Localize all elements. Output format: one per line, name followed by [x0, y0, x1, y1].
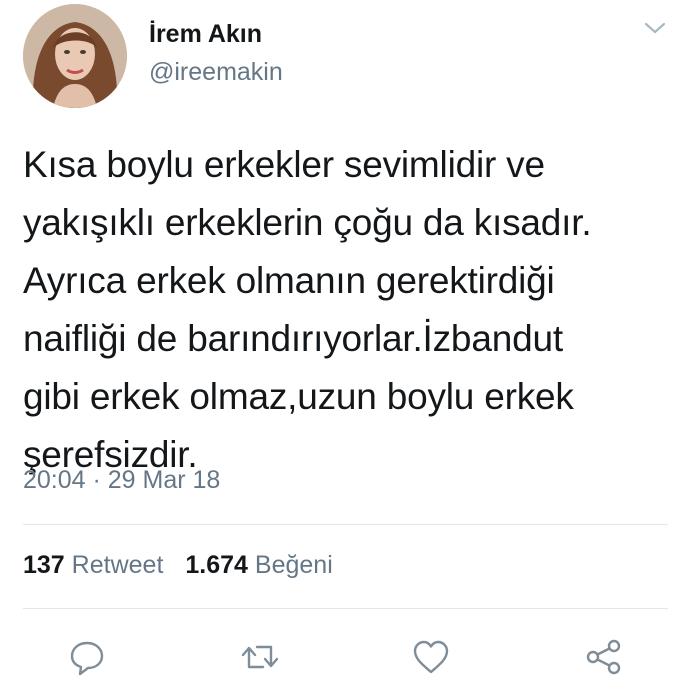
share-icon[interactable] [584, 637, 624, 677]
retweet-icon[interactable] [240, 637, 280, 677]
tweet-line: gibi erkek olmaz,uzun boylu erkek [23, 376, 574, 417]
like-stat[interactable]: 1.674 Beğeni [185, 551, 332, 579]
tweet-line: yakışıklı erkeklerin çoğu da kısadır. [23, 202, 592, 243]
reply-icon[interactable] [67, 637, 107, 677]
retweet-stat[interactable]: 137 Retweet [23, 551, 163, 579]
like-label: Beğeni [254, 551, 333, 579]
tweet-line: naifliği de barındırıyorlar.İzbandut [23, 318, 563, 359]
tweet-line: Ayrıca erkek olmanın gerektirdiği [23, 260, 555, 301]
divider [23, 608, 668, 609]
profile-photo-icon [23, 4, 127, 108]
like-icon[interactable] [411, 637, 451, 677]
avatar[interactable] [23, 4, 127, 108]
user-handle[interactable]: @ireemakin [149, 58, 283, 87]
display-name[interactable]: İrem Akın [149, 20, 262, 49]
like-count: 1.674 [185, 551, 248, 579]
tweet-text: Kısa boylu erkekler sevimlidir ve yakışı… [23, 136, 683, 484]
retweet-count: 137 [23, 551, 65, 579]
divider [23, 524, 668, 525]
tweet-line: Kısa boylu erkekler sevimlidir ve [23, 144, 545, 185]
tweet-stats: 137 Retweet 1.674 Beğeni [23, 551, 333, 580]
chevron-down-icon[interactable] [644, 20, 666, 36]
tweet-timestamp[interactable]: 20:04 · 29 Mar 18 [23, 466, 220, 495]
retweet-label: Retweet [71, 551, 164, 579]
